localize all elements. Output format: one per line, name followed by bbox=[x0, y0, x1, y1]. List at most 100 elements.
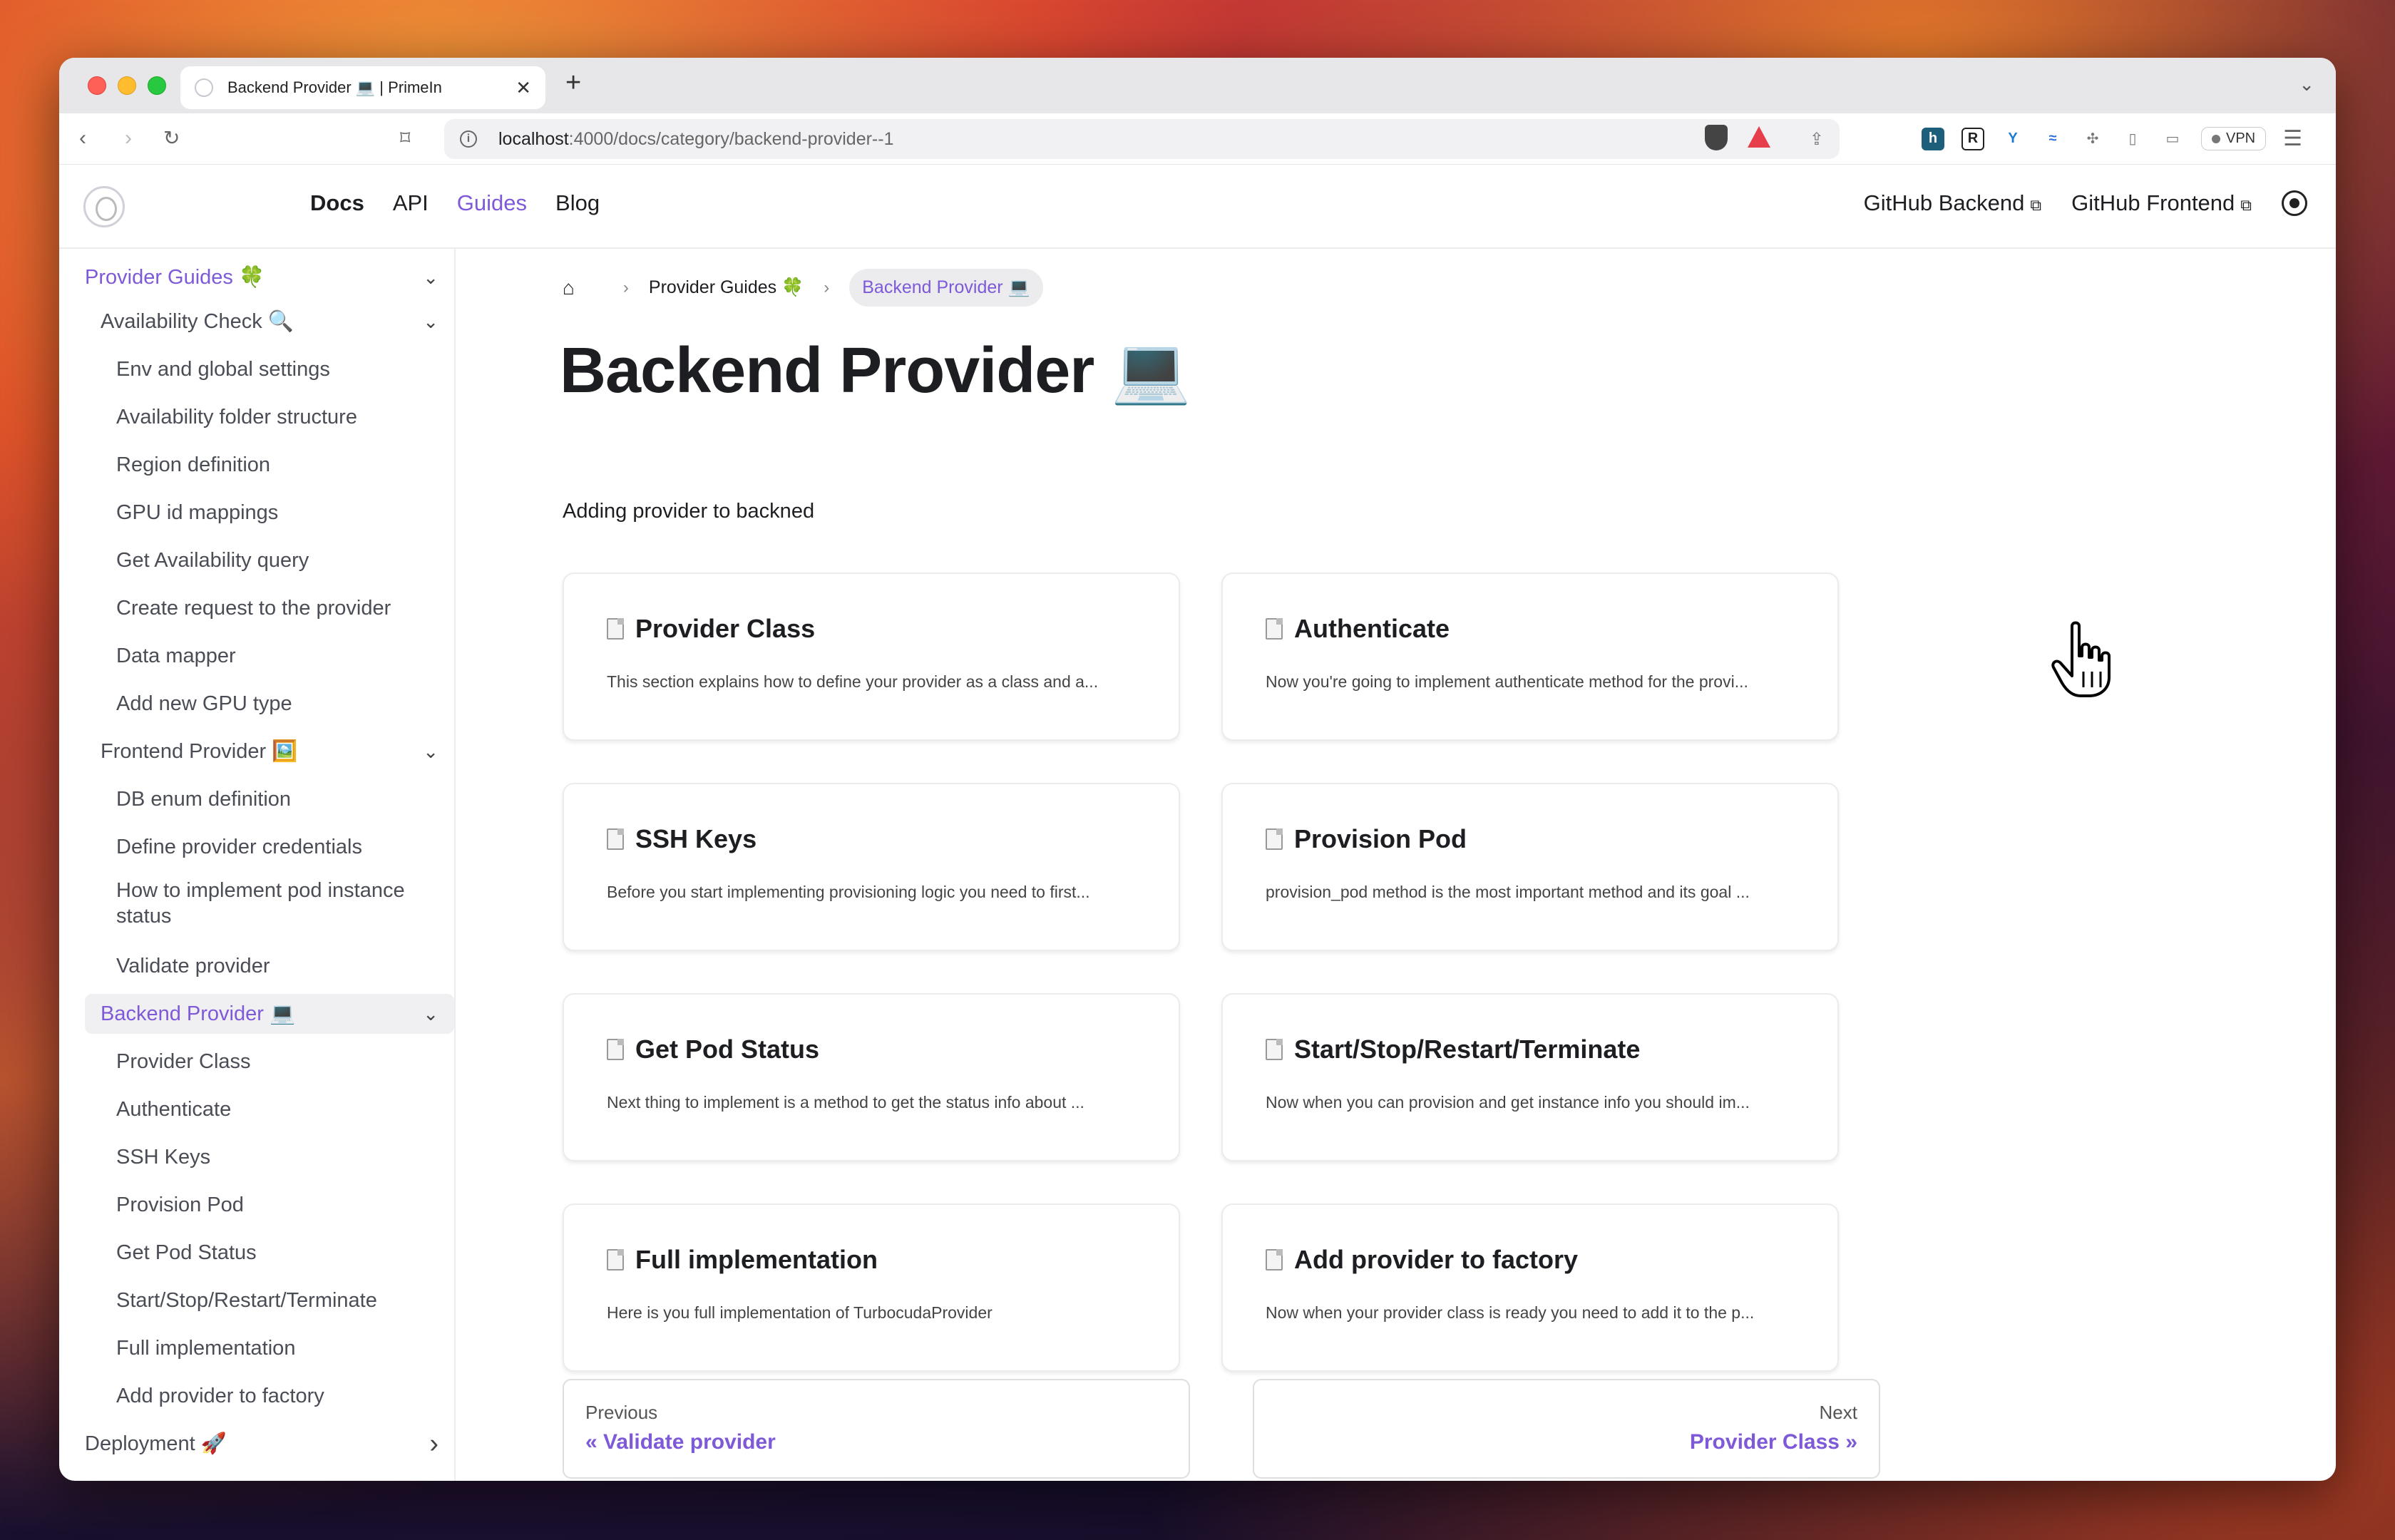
sidebar-item-label: Get Availability query bbox=[116, 548, 309, 572]
site-info-icon[interactable]: i bbox=[460, 130, 477, 148]
doc-card[interactable]: Authenticate Now you're going to implemen… bbox=[1221, 573, 1839, 741]
document-icon bbox=[607, 828, 624, 850]
doc-card[interactable]: Add provider to factory Now when your pro… bbox=[1221, 1203, 1839, 1372]
sidebar-item-label: Backend Provider 💻 bbox=[101, 1002, 296, 1025]
extensions-toolbar: h R Y ≈ ✣ ▯ ▭ VPN ☰ bbox=[1922, 126, 2302, 151]
sidebar-item-label: Add provider to factory bbox=[116, 1384, 324, 1407]
chevron-right-icon[interactable]: › bbox=[429, 1429, 439, 1459]
extension-icon[interactable]: ≈ bbox=[2041, 128, 2064, 150]
nav-link-guides[interactable]: Guides bbox=[457, 190, 527, 216]
sidebar-item[interactable]: Availability folder structure bbox=[85, 397, 454, 437]
sidebar-item[interactable]: Deployment 🚀 › bbox=[85, 1424, 454, 1464]
theme-toggle-icon[interactable] bbox=[2282, 190, 2307, 216]
sidebar-item[interactable]: Authenticate bbox=[85, 1089, 454, 1129]
card-title: Full implementation bbox=[607, 1245, 878, 1275]
share-icon[interactable]: ⇪ bbox=[1810, 129, 1824, 150]
github-frontend-link[interactable]: GitHub Frontend ⧉ bbox=[2071, 190, 2252, 216]
card-title: Get Pod Status bbox=[607, 1035, 819, 1064]
chevron-down-icon[interactable]: ⌄ bbox=[423, 1003, 439, 1025]
sidebar-item-label: Add new GPU type bbox=[116, 692, 292, 715]
sidebar-item[interactable]: Define provider credentials bbox=[85, 827, 454, 867]
chevron-down-icon[interactable]: ⌄ bbox=[423, 311, 439, 333]
wallet-icon[interactable]: ▭ bbox=[2161, 128, 2184, 150]
external-link-icon: ⧉ bbox=[2030, 196, 2042, 214]
doc-card[interactable]: SSH Keys Before you start implementing pr… bbox=[563, 783, 1180, 951]
doc-card[interactable]: Full implementation Here is you full impl… bbox=[563, 1203, 1180, 1372]
card-title-text: SSH Keys bbox=[635, 824, 757, 853]
brave-shield-icon[interactable] bbox=[1705, 125, 1728, 150]
minimize-window-button[interactable] bbox=[118, 76, 136, 95]
sidebar-item[interactable]: Start/Stop/Restart/Terminate bbox=[85, 1280, 454, 1320]
github-backend-link[interactable]: GitHub Backend ⧉ bbox=[1864, 190, 2041, 216]
sidebar-item-label: DB enum definition bbox=[116, 787, 292, 811]
hand-cursor-icon bbox=[2051, 621, 2111, 697]
card-title: Add provider to factory bbox=[1266, 1245, 1578, 1275]
sidebar-item[interactable]: Region definition bbox=[85, 445, 454, 485]
doc-card[interactable]: Provision Pod provision_pod method is the… bbox=[1221, 783, 1839, 951]
sidebar-item-label: Data mapper bbox=[116, 644, 236, 667]
sidebar-item[interactable]: How to implement pod instance status bbox=[85, 875, 454, 932]
vpn-button[interactable]: VPN bbox=[2201, 127, 2267, 150]
brave-rewards-icon[interactable] bbox=[1748, 126, 1770, 148]
url-field[interactable]: i localhost:4000/docs/category/backend-p… bbox=[444, 119, 1840, 159]
sidebar-item[interactable]: Add provider to factory bbox=[85, 1376, 454, 1416]
nav-link-api[interactable]: API bbox=[393, 190, 429, 216]
sidebar-item[interactable]: Full implementation bbox=[85, 1328, 454, 1368]
sidebar-item[interactable]: SSH Keys bbox=[85, 1137, 454, 1177]
sidebar-item[interactable]: Backend Provider 💻 ⌄ bbox=[85, 994, 454, 1034]
site-logo[interactable] bbox=[83, 186, 125, 227]
sidebar-item-label: Env and global settings bbox=[116, 357, 330, 381]
tab-list-chevron-icon[interactable]: ⌄ bbox=[2299, 73, 2314, 96]
sidebar-item-label: Availability Check 🔍 bbox=[101, 310, 294, 333]
sidebar-item[interactable]: Provider Class bbox=[85, 1042, 454, 1082]
sidebar-item[interactable]: Validate provider bbox=[85, 946, 454, 986]
extension-icon[interactable]: Y bbox=[2001, 128, 2024, 150]
sidebar-item[interactable]: Provider Guides 🍀 ⌄ bbox=[85, 257, 454, 297]
github-frontend-label: GitHub Frontend bbox=[2071, 190, 2235, 215]
bookmark-icon[interactable]: ⌑ bbox=[400, 126, 410, 150]
card-description: Next thing to implement is a method to g… bbox=[607, 1093, 1084, 1112]
reload-icon[interactable]: ↻ bbox=[163, 126, 180, 150]
new-tab-button[interactable]: + bbox=[565, 68, 581, 98]
breadcrumb-separator-icon: › bbox=[622, 277, 629, 297]
home-icon[interactable]: ⌂ bbox=[563, 277, 575, 299]
sidebar-item[interactable]: Create request to the provider bbox=[85, 588, 454, 628]
sidebar-item[interactable]: Env and global settings bbox=[85, 349, 454, 389]
sidebar-item[interactable]: GPU id mappings bbox=[85, 493, 454, 533]
extension-icon[interactable]: h bbox=[1922, 127, 1944, 150]
chevron-down-icon[interactable]: ⌄ bbox=[423, 267, 439, 289]
vpn-label: VPN bbox=[2226, 130, 2256, 146]
forward-icon[interactable]: › bbox=[125, 126, 132, 150]
sidebar-item[interactable]: Get Availability query bbox=[85, 540, 454, 580]
sidebar-item[interactable]: Get Pod Status bbox=[85, 1233, 454, 1273]
close-window-button[interactable] bbox=[88, 76, 106, 95]
pagination-next-label: Provider Class » bbox=[1689, 1430, 1857, 1454]
pagination-next[interactable]: Next Provider Class » bbox=[1253, 1379, 1880, 1479]
doc-card[interactable]: Start/Stop/Restart/Terminate Now when you… bbox=[1221, 993, 1839, 1161]
back-icon[interactable]: ‹ bbox=[79, 126, 86, 150]
sidebar-item[interactable]: Availability Check 🔍 ⌄ bbox=[85, 302, 454, 342]
favicon-icon bbox=[195, 78, 213, 97]
breadcrumb-item[interactable]: Provider Guides 🍀 bbox=[649, 277, 804, 298]
nav-link-docs[interactable]: Docs bbox=[310, 190, 364, 216]
sidebar-item[interactable]: Provision Pod bbox=[85, 1185, 454, 1225]
browser-tab[interactable]: Backend Provider 💻 | PrimeIn ✕ bbox=[180, 66, 545, 109]
puzzle-icon[interactable]: ✣ bbox=[2081, 128, 2104, 150]
doc-card[interactable]: Get Pod Status Next thing to implement is… bbox=[563, 993, 1180, 1161]
sidebar-item[interactable]: DB enum definition bbox=[85, 779, 454, 819]
docs-sidebar: Provider Guides 🍀 ⌄ Availability Check 🔍 ⌄ E… bbox=[59, 249, 456, 1481]
sidebar-icon[interactable]: ▯ bbox=[2121, 128, 2144, 150]
tab-close-icon[interactable]: ✕ bbox=[516, 77, 531, 99]
sidebar-item-label: Get Pod Status bbox=[116, 1241, 257, 1264]
menu-icon[interactable]: ☰ bbox=[2283, 126, 2302, 151]
extension-icon[interactable]: R bbox=[1961, 127, 1984, 150]
sidebar-item-label: Define provider credentials bbox=[116, 835, 362, 858]
sidebar-item[interactable]: Frontend Provider 🖼️ ⌄ bbox=[85, 732, 454, 771]
sidebar-item[interactable]: Data mapper bbox=[85, 636, 454, 676]
pagination-prev[interactable]: Previous « Validate provider bbox=[563, 1379, 1190, 1479]
nav-link-blog[interactable]: Blog bbox=[555, 190, 600, 216]
doc-card[interactable]: Provider Class This section explains how … bbox=[563, 573, 1180, 741]
maximize-window-button[interactable] bbox=[148, 76, 166, 95]
chevron-down-icon[interactable]: ⌄ bbox=[423, 741, 439, 763]
sidebar-item[interactable]: Add new GPU type bbox=[85, 684, 454, 724]
